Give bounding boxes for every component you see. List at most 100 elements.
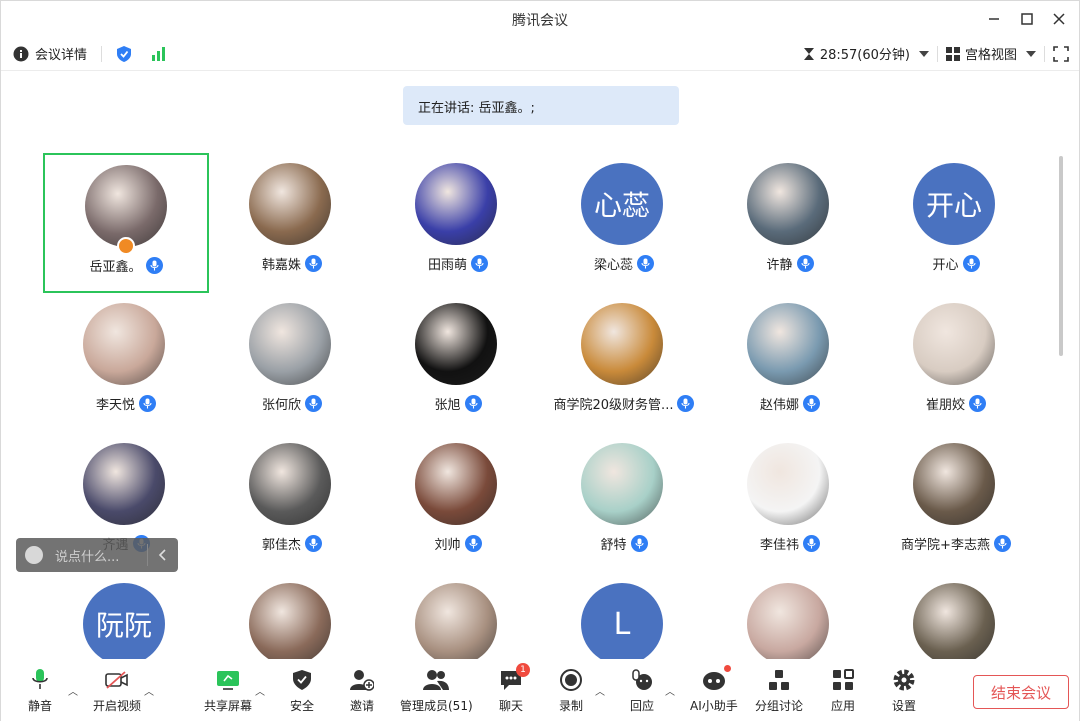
participant-name: 商学院20级财务管... bbox=[553, 398, 674, 413]
apps-button[interactable]: 应用 bbox=[830, 667, 856, 714]
ai-assistant-button[interactable]: AI小助手 bbox=[690, 665, 738, 714]
reaction-label: 回应 bbox=[629, 699, 654, 713]
avatar bbox=[85, 165, 167, 247]
participant-tile[interactable]: L bbox=[541, 573, 707, 659]
participant-tile[interactable]: 刘帅 bbox=[375, 433, 541, 573]
participant-tile[interactable]: 韩嘉姝 bbox=[209, 153, 375, 293]
reaction-hand-icon bbox=[632, 669, 652, 690]
grid-view-icon bbox=[945, 46, 960, 61]
end-meeting-button[interactable]: 结束会议 bbox=[973, 675, 1069, 709]
settings-label: 设置 bbox=[891, 699, 916, 713]
signal-icon[interactable] bbox=[150, 46, 168, 62]
maximize-button[interactable] bbox=[1015, 7, 1039, 31]
avatar bbox=[747, 583, 829, 659]
participant-tile[interactable] bbox=[707, 573, 873, 659]
avatar bbox=[83, 303, 165, 385]
maximize-icon bbox=[1021, 13, 1033, 25]
participant-tile[interactable]: 张何欣 bbox=[209, 293, 375, 433]
chevron-down-icon bbox=[918, 50, 929, 57]
avatar: 阮阮 bbox=[83, 583, 165, 659]
chevron-down-icon bbox=[1026, 50, 1036, 57]
participant-name: 张旭 bbox=[434, 398, 461, 413]
avatar bbox=[415, 163, 497, 245]
grid-scrollbar[interactable] bbox=[1059, 156, 1063, 356]
participant-name-row: 舒特 bbox=[541, 534, 707, 553]
shield-icon[interactable] bbox=[116, 45, 132, 63]
microphone-icon bbox=[145, 257, 163, 274]
avatar bbox=[415, 583, 497, 659]
share-label: 共享屏幕 bbox=[204, 699, 253, 713]
participant-tile[interactable] bbox=[873, 573, 1039, 659]
microphone-icon bbox=[969, 395, 986, 412]
participant-name: 舒特 bbox=[600, 538, 627, 553]
divider bbox=[1044, 45, 1045, 62]
meeting-details-label: 会议详情 bbox=[35, 48, 88, 63]
participant-tile[interactable]: 崔朋姣 bbox=[873, 293, 1039, 433]
mute-options-chevron-icon[interactable]: ︿ bbox=[68, 683, 78, 698]
invite-button[interactable]: 邀请 bbox=[349, 667, 375, 714]
participant-tile[interactable]: 许静 bbox=[707, 153, 873, 293]
share-options-chevron-icon[interactable]: ︿ bbox=[255, 683, 265, 698]
settings-button[interactable]: 设置 bbox=[891, 667, 917, 714]
emoji-icon[interactable] bbox=[25, 546, 43, 564]
participant-tile[interactable]: 李佳祎 bbox=[707, 433, 873, 573]
close-icon bbox=[1053, 13, 1065, 25]
participant-name: 韩嘉姝 bbox=[261, 258, 301, 273]
participant-tile[interactable]: 舒特 bbox=[541, 433, 707, 573]
participant-tile[interactable]: 岳亚鑫。 bbox=[43, 153, 209, 293]
chat-input-placeholder[interactable]: 说点什么... bbox=[55, 546, 119, 565]
reaction-options-chevron-icon[interactable]: ︿ bbox=[665, 683, 675, 698]
participant-tile[interactable]: 张旭 bbox=[375, 293, 541, 433]
microphone-icon bbox=[139, 395, 156, 412]
participant-tile[interactable]: 开心 开心 bbox=[873, 153, 1039, 293]
participant-name: 赵伟娜 bbox=[759, 398, 799, 413]
microphone-icon bbox=[32, 669, 48, 689]
participant-tile[interactable] bbox=[209, 573, 375, 659]
participant-tile[interactable]: 田雨萌 bbox=[375, 153, 541, 293]
ai-label: AI小助手 bbox=[690, 699, 738, 713]
mute-label: 静音 bbox=[27, 699, 52, 713]
participant-tile[interactable] bbox=[375, 573, 541, 659]
chevron-left-icon[interactable] bbox=[158, 549, 166, 561]
avatar bbox=[581, 303, 663, 385]
meeting-details-button[interactable]: 会议详情 bbox=[13, 44, 87, 63]
chat-button[interactable]: 1 聊天 bbox=[498, 663, 530, 714]
microphone-icon bbox=[803, 535, 820, 552]
meeting-window: 腾讯会议 会议详情 28:57(60分钟) 宫格视图 正在讲话: 岳亚鑫。; 岳… bbox=[0, 0, 1080, 721]
participant-name-row: 崔朋姣 bbox=[873, 394, 1039, 413]
divider bbox=[101, 45, 103, 62]
participant-tile[interactable]: 郭佳杰 bbox=[209, 433, 375, 573]
microphone-icon bbox=[471, 255, 488, 272]
record-button[interactable]: 录制 bbox=[558, 667, 584, 714]
view-mode-button[interactable]: 宫格视图 bbox=[945, 44, 1036, 63]
participant-tile[interactable]: 赵伟娜 bbox=[707, 293, 873, 433]
participant-tile[interactable]: 商学院+李志燕 bbox=[873, 433, 1039, 573]
avatar: 心蕊 bbox=[581, 163, 663, 245]
record-options-chevron-icon[interactable]: ︿ bbox=[595, 683, 605, 698]
breakout-rooms-button[interactable]: 分组讨论 bbox=[755, 667, 803, 714]
mute-button[interactable]: 静音 bbox=[27, 667, 53, 714]
quick-chat-box[interactable]: 说点什么... bbox=[16, 538, 178, 572]
participant-name-row: 开心 bbox=[873, 254, 1039, 273]
video-options-chevron-icon[interactable]: ︿ bbox=[144, 683, 154, 698]
participant-tile[interactable]: 心蕊 梁心蕊 bbox=[541, 153, 707, 293]
share-screen-button[interactable]: 共享屏幕 bbox=[204, 667, 252, 714]
security-button[interactable]: 安全 bbox=[289, 667, 315, 714]
microphone-icon bbox=[630, 535, 648, 552]
fullscreen-icon[interactable] bbox=[1053, 45, 1069, 62]
minimize-button[interactable] bbox=[982, 7, 1006, 31]
avatar bbox=[913, 303, 995, 385]
participant-tile[interactable]: 商学院20级财务管... bbox=[541, 293, 707, 433]
microphone-icon bbox=[962, 255, 980, 272]
manage-members-button[interactable]: 管理成员(51) bbox=[400, 667, 473, 714]
reaction-button[interactable]: 回应 bbox=[629, 667, 655, 714]
timer-button[interactable]: 28:57(60分钟) bbox=[803, 44, 929, 63]
divider bbox=[936, 45, 938, 62]
participant-tile[interactable]: 阮阮 bbox=[43, 573, 209, 659]
participant-name: 郭佳杰 bbox=[261, 538, 301, 553]
breakout-rooms-icon bbox=[769, 670, 789, 690]
participant-tile[interactable]: 李天悦 bbox=[43, 293, 209, 433]
participant-name: 崔朋姣 bbox=[925, 398, 965, 413]
close-button[interactable] bbox=[1047, 7, 1071, 31]
start-video-button[interactable]: 开启视频 bbox=[93, 667, 141, 714]
